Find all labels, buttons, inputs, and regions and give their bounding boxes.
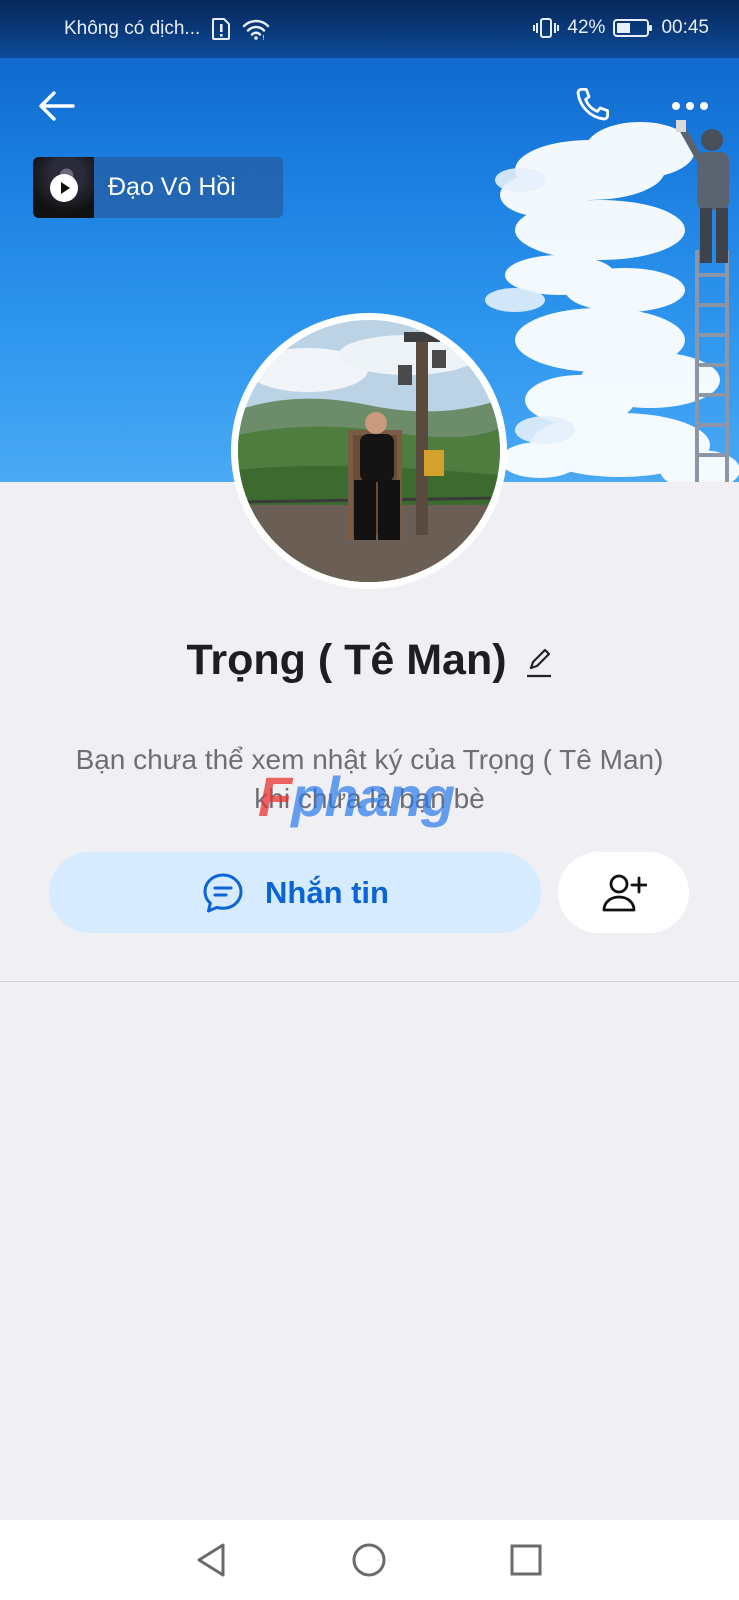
back-button[interactable] xyxy=(33,82,81,130)
battery-percent: 42% xyxy=(567,17,606,38)
music-thumbnail xyxy=(33,157,94,218)
vibrate-icon xyxy=(533,17,560,39)
play-icon xyxy=(49,173,78,202)
triangle-back-icon xyxy=(197,1543,225,1577)
android-home-button[interactable] xyxy=(346,1537,392,1583)
message-button[interactable]: Nhắn tin xyxy=(49,852,541,933)
circle-home-icon xyxy=(352,1543,386,1577)
battery-icon xyxy=(613,18,653,38)
more-options-button[interactable] xyxy=(666,82,714,130)
message-button-label: Nhắn tin xyxy=(265,874,389,910)
square-recents-icon xyxy=(510,1544,542,1576)
profile-name: Trọng ( Tê Man) xyxy=(186,635,507,684)
pencil-icon xyxy=(526,648,551,678)
diary-notice: Bạn chưa thể xem nhật ký của Trọng ( Tê … xyxy=(75,744,664,814)
more-horizontal-icon xyxy=(672,102,708,110)
android-navigation-bar xyxy=(0,1520,739,1600)
profile-name-row: Trọng ( Tê Man) xyxy=(0,630,739,690)
chat-bubble-icon xyxy=(203,873,243,912)
wifi-icon: ! xyxy=(242,18,270,40)
call-button[interactable] xyxy=(567,82,615,130)
section-divider xyxy=(0,981,739,982)
android-back-button[interactable] xyxy=(188,1537,234,1583)
sim-alert-icon xyxy=(212,18,231,40)
add-friend-button[interactable] xyxy=(558,852,689,933)
carrier-text: Không có dịch... xyxy=(64,18,201,39)
edit-name-button[interactable] xyxy=(525,646,553,678)
phone-icon xyxy=(576,87,610,121)
clock-time: 00:45 xyxy=(661,17,709,38)
svg-text:!: ! xyxy=(262,34,265,40)
avatar-photo xyxy=(238,320,500,582)
user-plus-icon xyxy=(602,874,647,911)
android-recents-button[interactable] xyxy=(503,1537,549,1583)
music-title: Đạo Vô Hồi xyxy=(108,173,236,201)
avatar[interactable] xyxy=(231,313,507,589)
profile-music-chip[interactable]: Đạo Vô Hồi xyxy=(33,157,283,218)
status-bar: Không có dịch... ! 42% 00:45 xyxy=(0,0,739,58)
arrow-left-icon xyxy=(39,91,75,121)
